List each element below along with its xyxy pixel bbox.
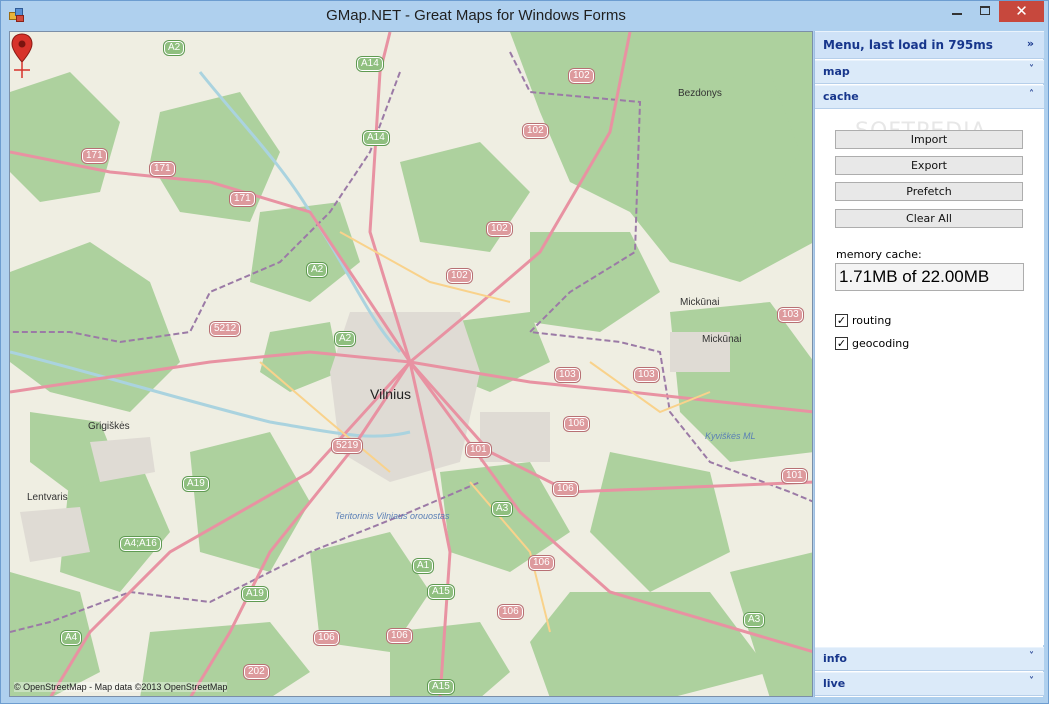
geocoding-checkbox[interactable]: ✓: [835, 337, 848, 350]
section-live-header[interactable]: live ˅: [815, 672, 1044, 696]
section-map-label: map: [823, 65, 850, 78]
road-shield: 171: [230, 192, 255, 206]
menu-title: Menu, last load in 795ms: [823, 38, 993, 52]
road-shield: A15: [428, 585, 454, 599]
road-shield: 106: [529, 556, 554, 570]
road-shield: 101: [782, 469, 807, 483]
road-shield: 102: [447, 269, 472, 283]
double-chevron-down-icon[interactable]: ˅: [1029, 676, 1034, 687]
minimize-button[interactable]: [943, 1, 971, 22]
city-label: Vilnius: [370, 386, 411, 402]
menu-header[interactable]: Menu, last load in 795ms »: [815, 31, 1044, 59]
double-chevron-down-icon[interactable]: ˅: [1029, 651, 1034, 662]
road-shield: A4: [61, 631, 82, 645]
place-label: Mickūnai: [680, 297, 720, 308]
road-shield: A1: [413, 559, 434, 573]
road-shield: 106: [314, 631, 339, 645]
road-shield: A2: [307, 263, 328, 277]
maximize-button[interactable]: [971, 1, 999, 22]
section-cache-header[interactable]: cache ˄: [815, 85, 1044, 109]
clear-all-button[interactable]: Clear All: [835, 209, 1023, 228]
import-button[interactable]: Import: [835, 130, 1023, 149]
place-label: Grigiškės: [88, 421, 130, 432]
road-shield: A14: [363, 131, 389, 145]
double-chevron-down-icon[interactable]: ˅: [1029, 64, 1034, 75]
road-shield: A2: [164, 41, 185, 55]
road-shield: 102: [523, 124, 548, 138]
road-shield: 102: [569, 69, 594, 83]
road-shield: 103: [634, 368, 659, 382]
memory-cache-label: memory cache:: [836, 248, 922, 261]
road-shield: A15: [428, 680, 454, 694]
place-label: Bezdonys: [678, 88, 722, 99]
road-shield: 102: [487, 222, 512, 236]
road-shield: A3: [744, 613, 765, 627]
minimize-icon: [952, 13, 962, 15]
geocoding-label: geocoding: [852, 337, 910, 350]
section-map-header[interactable]: map ˅: [815, 60, 1044, 84]
road-shield: A14: [357, 57, 383, 71]
road-shield: 103: [555, 368, 580, 382]
routing-checkbox[interactable]: ✓: [835, 314, 848, 327]
place-label: Teritorinis Vilniaus orouostas: [335, 511, 450, 521]
road-shield: 202: [244, 665, 269, 679]
road-shield: A2: [335, 332, 356, 346]
close-icon: ✕: [1015, 2, 1028, 20]
window-title: GMap.NET - Great Maps for Windows Forms: [326, 7, 626, 24]
title-bar[interactable]: GMap.NET - Great Maps for Windows Forms …: [1, 1, 1048, 31]
road-shield: 5212: [210, 322, 241, 336]
double-chevron-right-icon[interactable]: »: [1027, 37, 1034, 50]
app-window: GMap.NET - Great Maps for Windows Forms …: [0, 0, 1049, 704]
map-attribution: © OpenStreetMap - Map data ©2013 OpenStr…: [14, 682, 228, 692]
road-shield: 171: [150, 162, 175, 176]
road-shield: 103: [778, 308, 803, 322]
memory-cache-value: 1.71MB of 22.00MB: [835, 263, 1024, 291]
maximize-icon: [980, 6, 990, 15]
cache-section-body: SOFTPEDIA Import Export Prefetch Clear A…: [815, 109, 1044, 645]
road-shield: 106: [564, 417, 589, 431]
map-marker-icon[interactable]: [10, 32, 34, 80]
map-tiles: [10, 32, 812, 696]
place-label: Kyviškės ML: [705, 431, 756, 441]
road-shield: 101: [466, 443, 491, 457]
section-cache-label: cache: [823, 90, 859, 103]
road-shield: 106: [387, 629, 412, 643]
road-shield: 171: [82, 149, 107, 163]
section-info-header[interactable]: info ˅: [815, 647, 1044, 671]
section-live-label: live: [823, 677, 846, 690]
road-shield: A19: [242, 587, 268, 601]
place-label: Mickūnai: [702, 334, 742, 345]
double-chevron-up-icon[interactable]: ˄: [1029, 89, 1034, 100]
routing-label: routing: [852, 314, 892, 327]
road-shield: 106: [553, 482, 578, 496]
road-shield: 106: [498, 605, 523, 619]
place-label: Lentvaris: [27, 492, 68, 503]
road-shield: 5219: [332, 439, 363, 453]
export-button[interactable]: Export: [835, 156, 1023, 175]
section-info-label: info: [823, 652, 847, 665]
prefetch-button[interactable]: Prefetch: [835, 182, 1023, 201]
menu-panel: Menu, last load in 795ms » map ˅ cache ˄…: [814, 31, 1044, 697]
road-shield: A4;A16: [120, 537, 161, 551]
road-shield: A3: [492, 502, 513, 516]
map-view[interactable]: A2 A14 102 102 171 171 A14 171 102 A2 10…: [9, 31, 813, 697]
close-button[interactable]: ✕: [999, 1, 1044, 22]
road-shield: A19: [183, 477, 209, 491]
